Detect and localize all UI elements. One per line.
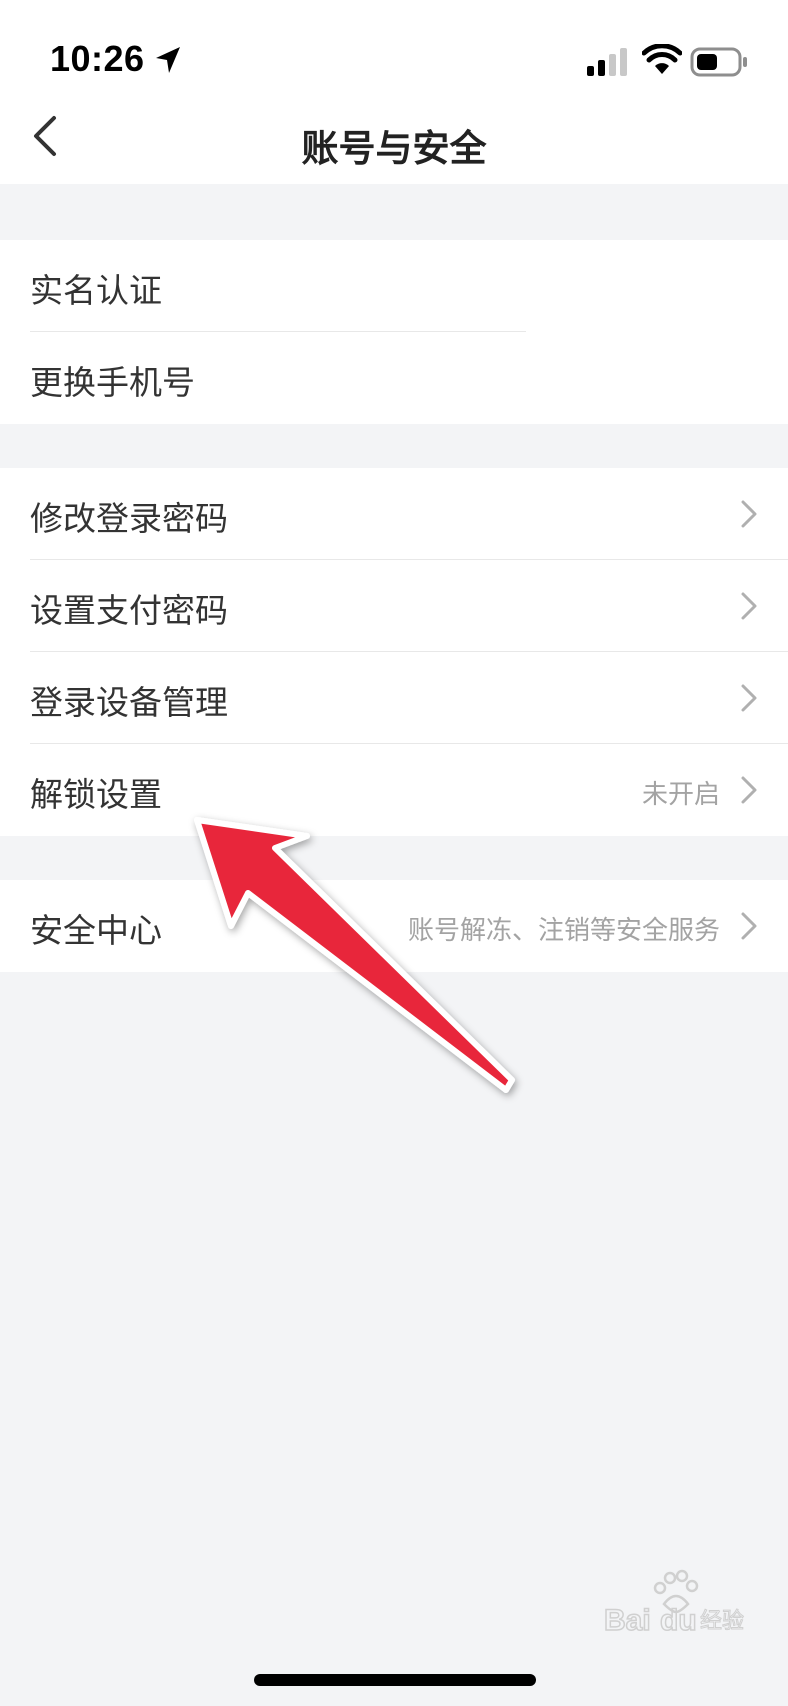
status-time: 10:26 bbox=[50, 38, 145, 79]
row-label: 修改登录密码 bbox=[30, 499, 228, 538]
svg-text:Bai: Bai bbox=[604, 1604, 651, 1637]
settings-row-set-payment-password[interactable]: 设置支付密码 bbox=[0, 560, 788, 652]
wifi-icon bbox=[642, 44, 682, 74]
row-label: 实名认证 bbox=[30, 271, 162, 310]
page-title: 账号与安全 bbox=[301, 127, 487, 170]
row-label: 更换手机号 bbox=[30, 363, 195, 402]
settings-group-identity: 实名认证 更换手机号 bbox=[0, 240, 788, 424]
svg-text:经验: 经验 bbox=[700, 1609, 744, 1634]
chevron-right-icon bbox=[741, 912, 757, 940]
chevron-right-icon bbox=[741, 592, 757, 620]
cellular-signal-icon bbox=[587, 48, 627, 76]
unlock-status-value: 未开启 bbox=[641, 780, 720, 810]
home-indicator[interactable] bbox=[254, 1674, 536, 1686]
location-arrow-icon bbox=[156, 47, 180, 73]
settings-group-security: 修改登录密码 设置支付密码 登录设备管理 解锁设置 未开启 bbox=[0, 468, 788, 836]
battery-icon bbox=[690, 47, 747, 77]
row-label: 安全中心 bbox=[30, 911, 162, 950]
security-center-description: 账号解冻、注销等安全服务 bbox=[407, 916, 720, 946]
settings-row-change-login-password[interactable]: 修改登录密码 bbox=[0, 468, 788, 560]
settings-row-login-devices[interactable]: 登录设备管理 bbox=[0, 652, 788, 744]
settings-group-security-center: 安全中心 账号解冻、注销等安全服务 bbox=[0, 880, 788, 972]
settings-row-unlock-settings[interactable]: 解锁设置 未开启 bbox=[0, 744, 788, 836]
settings-row-change-phone[interactable]: 更换手机号 bbox=[0, 332, 788, 424]
chevron-right-icon bbox=[741, 500, 757, 528]
row-label: 解锁设置 bbox=[30, 775, 162, 814]
baidu-watermark-logo: Bai du 经验 bbox=[603, 1569, 745, 1638]
svg-text:du: du bbox=[660, 1604, 697, 1637]
chevron-right-icon bbox=[741, 776, 757, 804]
row-label: 登录设备管理 bbox=[30, 683, 228, 722]
chevron-right-icon bbox=[741, 684, 757, 712]
settings-row-real-name[interactable]: 实名认证 bbox=[0, 240, 788, 332]
settings-row-security-center[interactable]: 安全中心 账号解冻、注销等安全服务 bbox=[0, 880, 788, 972]
row-label: 设置支付密码 bbox=[30, 591, 228, 630]
